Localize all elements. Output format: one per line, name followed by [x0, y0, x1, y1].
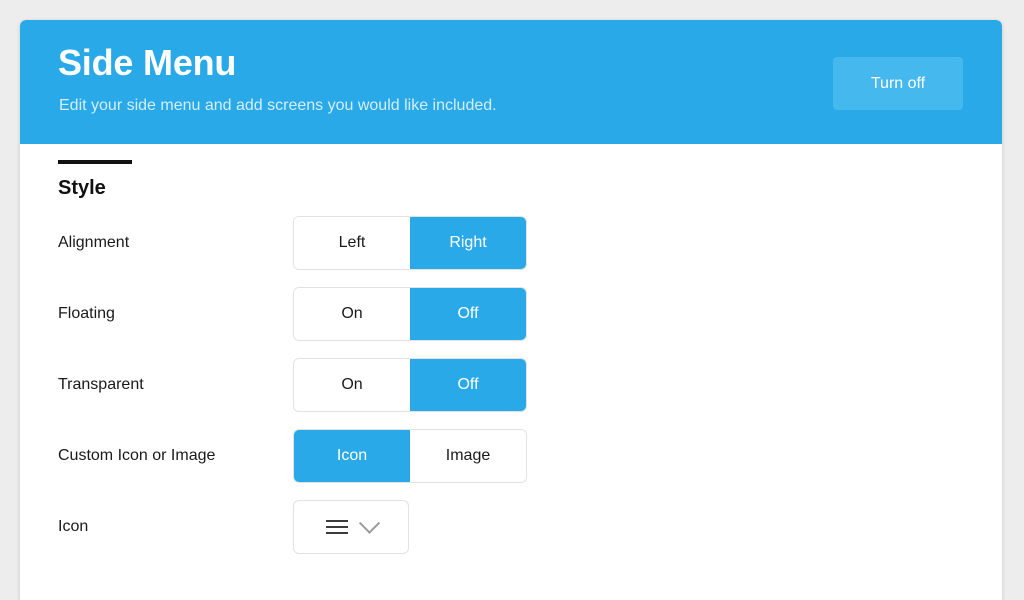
floating-option-on[interactable]: On [294, 288, 410, 340]
style-settings-list: Alignment Left Right Floating On Off Tra… [20, 217, 1002, 572]
row-icon: Icon [20, 501, 1002, 572]
row-custom-icon-or-image: Custom Icon or Image Icon Image [20, 430, 1002, 501]
page-title: Side Menu [58, 42, 237, 83]
transparent-segmented-control[interactable]: On Off [294, 359, 526, 411]
transparent-option-off[interactable]: Off [410, 359, 526, 411]
custom-icon-or-image-segmented-control[interactable]: Icon Image [294, 430, 526, 482]
page-subtitle: Edit your side menu and add screens you … [59, 97, 497, 114]
row-label-custom-icon-or-image: Custom Icon or Image [58, 447, 216, 464]
custom-option-image[interactable]: Image [410, 430, 526, 482]
row-label-transparent: Transparent [58, 376, 144, 393]
row-label-floating: Floating [58, 305, 115, 322]
alignment-segmented-control[interactable]: Left Right [294, 217, 526, 269]
floating-segmented-control[interactable]: On Off [294, 288, 526, 340]
row-label-icon: Icon [58, 518, 89, 535]
section-title: Style [58, 177, 106, 199]
card-header: Side Menu Edit your side menu and add sc… [20, 20, 1002, 144]
row-label-alignment: Alignment [58, 234, 130, 251]
floating-option-off[interactable]: Off [410, 288, 526, 340]
row-floating: Floating On Off [20, 288, 1002, 359]
side-menu-settings-card: Side Menu Edit your side menu and add sc… [20, 20, 1002, 600]
hamburger-icon [325, 516, 348, 538]
row-transparent: Transparent On Off [20, 359, 1002, 430]
icon-select-dropdown[interactable] [294, 501, 408, 553]
custom-option-icon[interactable]: Icon [294, 430, 410, 482]
alignment-option-left[interactable]: Left [294, 217, 410, 269]
alignment-option-right[interactable]: Right [410, 217, 526, 269]
section-rule [58, 160, 132, 164]
turn-off-button[interactable]: Turn off [833, 57, 963, 110]
row-alignment: Alignment Left Right [20, 217, 1002, 288]
transparent-option-on[interactable]: On [294, 359, 410, 411]
chevron-down-icon [358, 512, 380, 534]
